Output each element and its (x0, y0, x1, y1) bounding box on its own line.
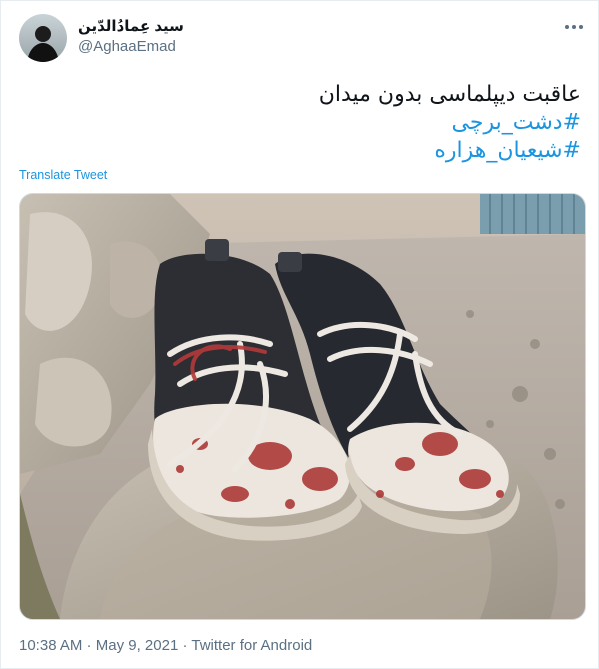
tweet-photo[interactable] (19, 193, 586, 620)
tweet-source-link[interactable]: Twitter for Android (191, 637, 312, 654)
avatar[interactable] (19, 14, 67, 62)
tweet-time[interactable]: 10:38 AM (19, 637, 82, 654)
tweet-text: عاقبت دیپلماسی بدون میدان #دشت_برچی #شیع… (21, 81, 581, 165)
author-handle[interactable]: @AghaaEmad (78, 38, 176, 55)
tweet-date[interactable]: May 9, 2021 (96, 637, 179, 654)
meta-separator: · (178, 637, 192, 654)
avatar-image (19, 14, 67, 62)
tweet-meta: 10:38 AM · May 9, 2021 · Twitter for And… (19, 637, 312, 654)
author-display-name[interactable]: سید عِمادُالدّین (78, 17, 184, 35)
more-options-icon[interactable] (561, 14, 587, 40)
tweet-text-line: عاقبت دیپلماسی بدون میدان (318, 82, 581, 107)
meta-separator: · (82, 637, 96, 654)
hashtag-link[interactable]: #شیعیان_هزاره (21, 137, 581, 165)
tweet-card: سید عِمادُالدّین @AghaaEmad عاقبت دیپلما… (0, 0, 599, 669)
hashtag-link[interactable]: #دشت_برچی (21, 109, 581, 137)
translate-tweet-link[interactable]: Translate Tweet (19, 168, 107, 182)
blood-stained-shoes-photo-icon (20, 194, 585, 619)
